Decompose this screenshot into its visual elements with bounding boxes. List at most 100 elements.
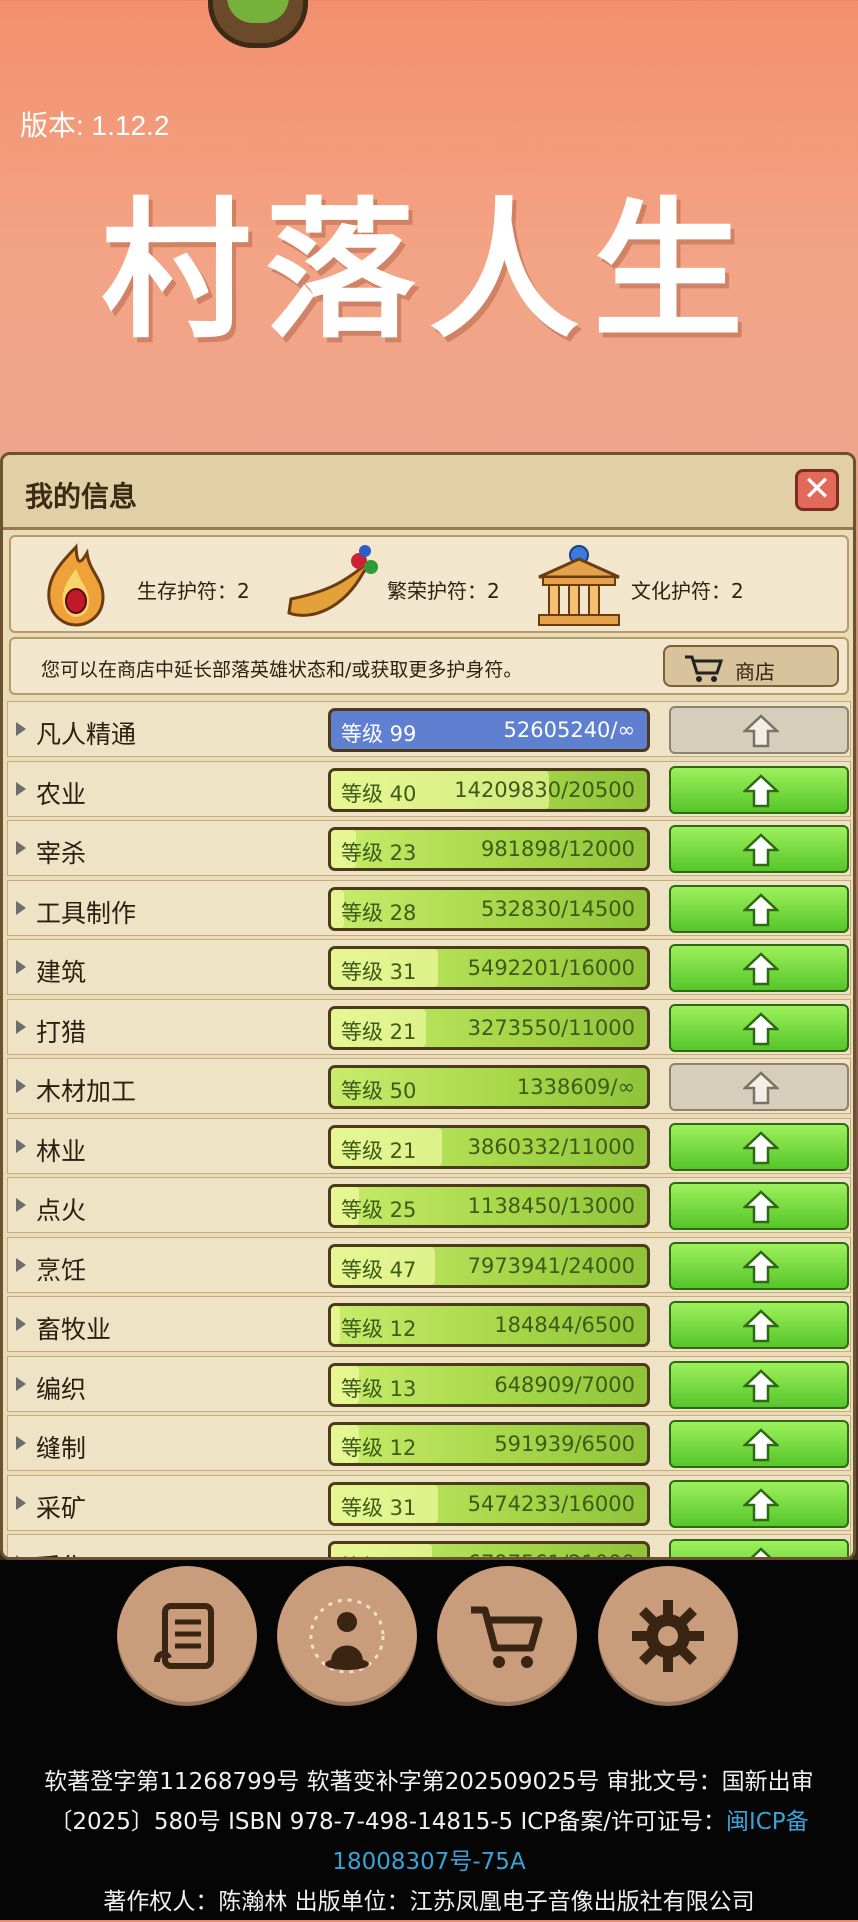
panel-title: 我的信息 (25, 480, 138, 513)
skill-progress-value: 5492201/16000 (467, 956, 635, 980)
nav-hero-button[interactable] (277, 1566, 417, 1706)
close-button[interactable]: ✕ (795, 469, 839, 511)
skill-row[interactable]: 烹饪 等级 47 7973941/24000 (7, 1237, 851, 1293)
skill-level: 等级 28 (341, 901, 417, 925)
shop-hint-row: 您可以在商店中延长部落英雄状态和/或获取更多护身符。 商店 (9, 637, 849, 695)
expand-arrow-icon[interactable] (16, 722, 26, 736)
expand-arrow-icon[interactable] (16, 1496, 26, 1510)
meditating-hero-icon (309, 1598, 385, 1674)
skill-name: 木材加工 (36, 1077, 137, 1106)
skill-level: 等级 21 (341, 1020, 417, 1044)
upgrade-button[interactable] (669, 1301, 849, 1349)
skill-progress-bar: 等级 31 5492201/16000 (328, 946, 650, 990)
upgrade-button[interactable] (669, 766, 849, 814)
skill-level: 等级 99 (341, 722, 417, 746)
upgrade-button[interactable] (669, 1063, 849, 1111)
flame-talisman-icon (47, 543, 105, 627)
skill-progress-bar: 等级 99 52605240/∞ (328, 708, 650, 752)
upgrade-button[interactable] (669, 1004, 849, 1052)
upgrade-button[interactable] (669, 825, 849, 873)
skill-row[interactable]: 木材加工 等级 50 1338609/∞ (7, 1058, 851, 1114)
skill-name: 林业 (36, 1137, 87, 1166)
expand-arrow-icon[interactable] (16, 960, 26, 974)
skill-row[interactable]: 缝制 等级 12 591939/6500 (7, 1415, 851, 1471)
up-arrow-icon (743, 1428, 779, 1462)
skill-row[interactable]: 采集 等级 41 6797561/21000 (7, 1534, 851, 1557)
expand-arrow-icon[interactable] (16, 1139, 26, 1153)
gear-icon (632, 1600, 704, 1672)
skill-row[interactable]: 林业 等级 21 3860332/11000 (7, 1118, 851, 1174)
game-title-logo: 村落人生 (100, 185, 757, 359)
expand-arrow-icon[interactable] (16, 1198, 26, 1212)
expand-arrow-icon[interactable] (16, 782, 26, 796)
skill-row[interactable]: 凡人精通 等级 99 52605240/∞ (7, 701, 851, 757)
shop-button[interactable]: 商店 (663, 645, 839, 687)
skill-progress-bar: 等级 25 1138450/13000 (328, 1184, 650, 1228)
skill-progress-bar: 等级 21 3860332/11000 (328, 1125, 650, 1169)
expand-arrow-icon[interactable] (16, 901, 26, 915)
skill-progress-value: 591939/6500 (494, 1432, 635, 1456)
skill-level: 等级 31 (341, 960, 417, 984)
skill-name: 打猎 (36, 1018, 87, 1047)
skill-progress-value: 6797561/21000 (468, 1551, 635, 1557)
upgrade-button[interactable] (669, 1480, 849, 1528)
footer-line-4: 著作权人：陈瀚林 出版单位：江苏凤凰电子音像出版社有限公司 (103, 1889, 755, 1915)
skill-name: 农业 (36, 780, 87, 809)
upgrade-button[interactable] (669, 944, 849, 992)
skill-name: 点火 (36, 1196, 87, 1225)
expand-arrow-icon[interactable] (16, 1020, 26, 1034)
expand-arrow-icon[interactable] (16, 1079, 26, 1093)
skill-name: 采矿 (36, 1494, 87, 1523)
talisman-label: 文化护符：2 (631, 579, 744, 603)
skill-progress-bar: 等级 47 7973941/24000 (328, 1244, 650, 1288)
skill-progress-value: 5474233/16000 (467, 1492, 635, 1516)
skill-progress-bar: 等级 12 184844/6500 (328, 1303, 650, 1347)
nav-quests-button[interactable] (117, 1566, 257, 1706)
icp-link-continued[interactable]: 18008307号-75A (0, 1842, 858, 1882)
expand-arrow-icon[interactable] (16, 1317, 26, 1331)
up-arrow-icon (743, 893, 779, 927)
skill-progress-bar: 等级 23 981898/12000 (328, 827, 650, 871)
skill-row[interactable]: 打猎 等级 21 3273550/11000 (7, 999, 851, 1055)
skill-progress-bar: 等级 21 3273550/11000 (328, 1006, 650, 1050)
skill-progress-value: 184844/6500 (494, 1313, 635, 1337)
shop-button-label: 商店 (735, 660, 775, 684)
skill-progress-value: 1338609/∞ (516, 1075, 635, 1099)
upgrade-button[interactable] (669, 706, 849, 754)
skill-row[interactable]: 建筑 等级 31 5492201/16000 (7, 939, 851, 995)
skill-row[interactable]: 农业 等级 40 14209830/20500 (7, 761, 851, 817)
up-arrow-icon (743, 952, 779, 986)
temple-talisman-icon (538, 545, 620, 626)
skill-name: 采集 (36, 1548, 86, 1557)
upgrade-button[interactable] (669, 1242, 849, 1290)
culture-talisman: 文化护符：2 (531, 537, 831, 635)
up-arrow-icon (743, 1131, 779, 1165)
expand-arrow-icon[interactable] (16, 841, 26, 855)
skill-name: 烹饪 (36, 1256, 87, 1285)
upgrade-button[interactable] (669, 1420, 849, 1468)
icp-link[interactable]: 闽ICP备 (726, 1809, 809, 1835)
expand-arrow-icon[interactable] (16, 1258, 26, 1272)
upgrade-button[interactable] (669, 1539, 849, 1557)
skill-name: 编织 (36, 1375, 87, 1404)
up-arrow-icon (743, 833, 779, 867)
nav-shop-button[interactable] (437, 1566, 577, 1706)
skill-row[interactable]: 宰杀 等级 23 981898/12000 (7, 820, 851, 876)
upgrade-button[interactable] (669, 1182, 849, 1230)
up-arrow-icon (743, 1309, 779, 1343)
skill-row[interactable]: 采矿 等级 31 5474233/16000 (7, 1475, 851, 1531)
prosperity-talisman: 繁荣护符：2 (281, 537, 541, 635)
skill-row[interactable]: 工具制作 等级 28 532830/14500 (7, 880, 851, 936)
skill-progress-bar: 等级 40 14209830/20500 (328, 768, 650, 812)
expand-arrow-icon[interactable] (16, 1377, 26, 1391)
skill-row[interactable]: 编织 等级 13 648909/7000 (7, 1356, 851, 1412)
skill-level: 等级 41 (341, 1551, 416, 1557)
upgrade-button[interactable] (669, 1361, 849, 1409)
skill-level: 等级 12 (341, 1317, 417, 1341)
skill-row[interactable]: 点火 等级 25 1138450/13000 (7, 1177, 851, 1233)
upgrade-button[interactable] (669, 885, 849, 933)
expand-arrow-icon[interactable] (16, 1436, 26, 1450)
skill-row[interactable]: 畜牧业 等级 12 184844/6500 (7, 1296, 851, 1352)
nav-settings-button[interactable] (598, 1566, 738, 1706)
upgrade-button[interactable] (669, 1123, 849, 1171)
